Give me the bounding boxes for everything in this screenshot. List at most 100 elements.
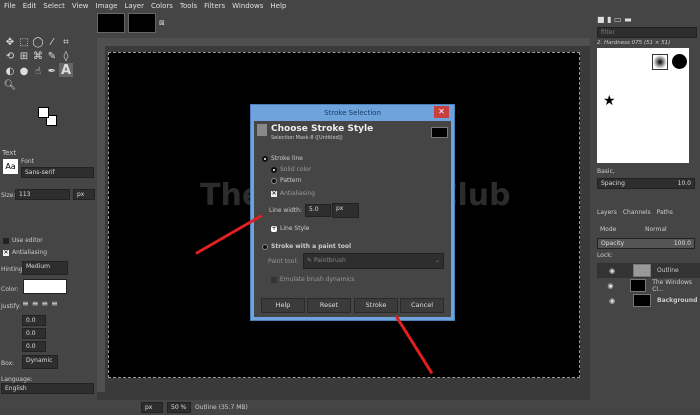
brush-tag-input[interactable]: Basic, [597,168,615,175]
path-icon[interactable]: ✒ [45,64,59,78]
line-width-label: Line width: [269,207,302,214]
menu-layer[interactable]: Layer [124,2,144,10]
image-tab-1[interactable] [97,13,125,33]
solid-color-label: Solid color [280,166,312,173]
pattern-radio[interactable]: Pattern [271,177,302,184]
line-width-unit-select[interactable]: px [332,203,359,218]
chevron-down-icon: ⌄ [434,257,440,264]
opacity-slider[interactable]: Opacity 100.0 [597,238,695,249]
brush-tabs-icon[interactable]: ■ ▮ ▭ ▬ [597,15,632,24]
spacing-slider[interactable]: Spacing 10.0 [597,178,695,189]
dialog-subheading: Selection Mask-8 ([Untitled]) [271,135,343,141]
spacing-value: 10.0 [677,180,691,187]
menu-edit[interactable]: Edit [23,2,37,10]
help-button[interactable]: Help [261,298,305,313]
justify-buttons[interactable]: ≡≡≡≡ [22,299,61,308]
antialiasing-checkbox-dialog[interactable]: ✕ Antialiasing [271,190,315,197]
image-tab-2[interactable] [128,13,156,33]
crop-icon[interactable]: ⌗ [59,35,73,49]
menu-select[interactable]: Select [43,2,65,10]
menu-view[interactable]: View [72,2,89,10]
language-input[interactable]: English [1,383,94,394]
stroke-paint-tool-radio[interactable]: Stroke with a paint tool [262,243,351,250]
close-icon[interactable]: ✕ [434,106,449,118]
eraser-icon[interactable]: ◊ [59,49,73,63]
spacing-label: Spacing [601,180,625,187]
antialiasing-label: Antialiasing [12,249,48,256]
warp-icon[interactable]: ⊞ [17,49,31,63]
move-tool-icon[interactable]: ✥ [3,35,17,49]
menu-help[interactable]: Help [270,2,286,10]
fg-bg-colors-icon[interactable] [38,107,58,127]
paint-tool-value: Paintbrush [313,257,346,264]
solid-color-radio[interactable]: Solid color [271,166,311,173]
mode-select[interactable]: Normal [645,226,667,233]
dialog-title: Stroke Selection [324,109,381,117]
reset-button[interactable]: Reset [307,298,351,313]
clone-icon[interactable]: ● [17,64,31,78]
smudge-icon[interactable]: ☝ [31,64,45,78]
stroke-button[interactable]: Stroke [354,298,398,313]
layer-row[interactable]: ◉ Background [597,293,700,308]
stroke-paint-tool-label: Stroke with a paint tool [271,243,352,250]
font-label: Font [21,158,35,165]
line-spacing-input[interactable]: 0.0 [22,328,46,339]
antialiasing-checkbox[interactable]: ✕ Antialiasing [3,249,47,256]
menu-file[interactable]: File [4,2,16,10]
line-style-expander[interactable]: + Line Style [271,225,309,232]
brush-filter-input[interactable]: filter [597,27,697,38]
font-preview-icon[interactable]: Aa [3,159,18,174]
layer-row[interactable]: ◉ Outline [597,263,700,278]
emulate-label: Emulate brush dynamics [280,276,355,283]
transform-icon[interactable]: ⟲ [3,49,17,63]
paintbrush-icon[interactable]: ✎ [45,49,59,63]
menu-colors[interactable]: Colors [151,2,173,10]
unit-select[interactable]: px [141,402,163,413]
cancel-button[interactable]: Cancel [400,298,444,313]
bucket-icon[interactable]: ◐ [3,64,17,78]
font-input[interactable]: Sans-serif [21,167,94,178]
tab-layers[interactable]: Layers [597,209,617,216]
menu-filters[interactable]: Filters [204,2,225,10]
menu-tools[interactable]: Tools [180,2,197,10]
brush-grid[interactable]: ★ [597,48,689,163]
eye-icon[interactable]: ◉ [597,267,627,275]
image-tabs: ⊠ [97,13,165,35]
box-select[interactable]: Dynamic [22,355,58,369]
fuzzy-select-icon[interactable]: ⁄ [45,35,59,49]
letter-spacing-input[interactable]: 0.0 [22,341,46,352]
lasso-icon[interactable]: ◯ [31,35,45,49]
hinting-select[interactable]: Medium [22,261,68,275]
layer-row[interactable]: ◉ The Windows Cl... [597,278,700,293]
menu-image[interactable]: Image [96,2,118,10]
use-editor-label: Use editor [12,237,43,244]
color-swatch[interactable] [23,279,67,294]
size-input[interactable]: 113 [15,189,70,200]
text-tool-icon[interactable]: A [59,63,73,78]
tab-paths[interactable]: Paths [657,209,673,216]
tab-channels[interactable]: Channels [623,209,651,216]
tool-options-title: Text [2,149,17,157]
justify-label: Justify: [1,303,21,310]
emulate-dynamics-checkbox[interactable]: Emulate brush dynamics [271,276,354,283]
cage-icon[interactable]: ⌘ [31,49,45,63]
use-editor-checkbox[interactable]: Use editor [3,237,43,244]
menu-bar: File Edit Select View Image Layer Colors… [0,0,700,11]
paint-tool-select[interactable]: ✎ Paintbrush ⌄ [303,253,444,269]
indent-input[interactable]: 0.0 [22,315,46,326]
close-tab-icon[interactable]: ⊠ [159,19,165,35]
zoom-icon[interactable]: 🔍︎ [3,78,17,92]
opacity-value: 100.0 [673,240,691,247]
rect-select-icon[interactable]: ⬚ [17,35,31,49]
eye-icon[interactable]: ◉ [597,282,624,290]
toolbox: ✥ ⬚ ◯ ⁄ ⌗ ⟲ ⊞ ⌘ ✎ ◊ ◐ ● ☝ ✒ A 🔍︎ Text Aa Font Sans-s… [0,35,97,415]
menu-windows[interactable]: Windows [232,2,263,10]
zoom-select[interactable]: 50 % [167,402,191,413]
mode-label: Mode [600,226,617,233]
paint-tool-label: Paint tool: [268,258,299,265]
size-unit-select[interactable]: px [73,189,95,200]
box-label: Box: [1,360,15,367]
stroke-line-radio[interactable]: Stroke line [262,155,303,162]
eye-icon[interactable]: ◉ [597,297,627,305]
line-width-input[interactable]: 5.0 [305,204,331,217]
